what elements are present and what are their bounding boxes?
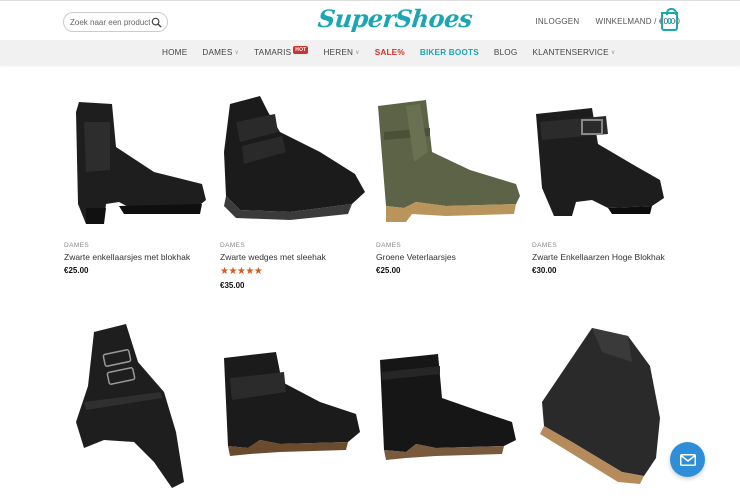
search-input[interactable] bbox=[70, 17, 150, 27]
nav-label: BLOG bbox=[493, 48, 518, 57]
product-image[interactable] bbox=[220, 322, 365, 492]
product-card[interactable]: DAMES Zwarte wedges met sleehak ★★★★★ €3… bbox=[220, 92, 365, 290]
site-header: SuperShoes INLOGGEN WINKELMAND / €0.00 0 bbox=[0, 0, 740, 40]
product-name[interactable]: Zwarte wedges met sleehak bbox=[220, 252, 365, 262]
product-card[interactable] bbox=[220, 322, 365, 492]
product-price: €35.00 bbox=[220, 281, 245, 290]
nav-label: HOME bbox=[162, 48, 188, 57]
chevron-down-icon: ∨ bbox=[610, 50, 616, 56]
product-image[interactable] bbox=[532, 92, 677, 242]
nav-label: DAMES bbox=[202, 48, 233, 57]
nav-label: KLANTENSERVICE bbox=[532, 48, 609, 57]
product-card[interactable]: DAMES Zwarte Enkellaarzen Hoge Blokhak €… bbox=[532, 92, 677, 275]
product-card[interactable] bbox=[376, 322, 521, 492]
rating-stars-icon: ★★★★★ bbox=[220, 266, 263, 277]
nav-label: TAMARIS bbox=[254, 48, 292, 57]
search-icon[interactable] bbox=[151, 17, 162, 28]
nav-item-klantenservice[interactable]: KLANTENSERVICE ∨ bbox=[532, 48, 615, 57]
product-name[interactable]: Zwarte enkellaarsjes met blokhak bbox=[64, 252, 209, 262]
nav-label: HEREN bbox=[323, 48, 354, 57]
chat-button[interactable] bbox=[670, 442, 705, 477]
product-card[interactable]: DAMES Zwarte enkellaarsjes met blokhak €… bbox=[64, 92, 209, 275]
cart-count: 0 bbox=[667, 17, 672, 26]
product-price: €30.00 bbox=[532, 266, 557, 275]
product-category: DAMES bbox=[220, 242, 246, 249]
product-category: DAMES bbox=[376, 242, 402, 249]
product-image[interactable] bbox=[64, 92, 209, 242]
product-price: €25.00 bbox=[64, 266, 89, 275]
nav-item-heren[interactable]: HEREN ∨ bbox=[323, 48, 359, 57]
product-image[interactable] bbox=[64, 322, 209, 492]
product-category: DAMES bbox=[64, 242, 90, 249]
nav-label: SALE% bbox=[374, 48, 405, 57]
envelope-icon bbox=[679, 453, 696, 466]
product-name[interactable]: Zwarte Enkellaarzen Hoge Blokhak bbox=[532, 252, 677, 262]
product-image[interactable] bbox=[376, 92, 521, 242]
product-category: DAMES bbox=[532, 242, 558, 249]
header-account-links: INLOGGEN WINKELMAND / €0.00 bbox=[535, 17, 680, 26]
nav-item-tamaris[interactable]: TAMARIS HOT bbox=[254, 45, 309, 57]
search-box[interactable] bbox=[63, 12, 168, 32]
nav-item-dames[interactable]: DAMES ∨ bbox=[202, 48, 239, 57]
product-image[interactable] bbox=[376, 322, 521, 492]
product-card[interactable] bbox=[532, 322, 677, 492]
login-link[interactable]: INLOGGEN bbox=[535, 17, 579, 26]
nav-item-blog[interactable]: BLOG bbox=[494, 48, 518, 57]
cart-icon[interactable]: 0 bbox=[661, 8, 678, 31]
hot-badge: HOT bbox=[293, 45, 309, 54]
nav-item-home[interactable]: HOME bbox=[162, 48, 187, 57]
nav-item-sale[interactable]: SALE% bbox=[375, 48, 405, 57]
product-price: €25.00 bbox=[376, 266, 401, 275]
product-image[interactable] bbox=[220, 92, 365, 242]
site-logo[interactable]: SuperShoes bbox=[316, 4, 473, 33]
main-nav: HOME DAMES ∨ TAMARIS HOT HEREN ∨ SALE% BIKE… bbox=[0, 40, 740, 65]
product-image[interactable] bbox=[532, 322, 677, 492]
chevron-down-icon: ∨ bbox=[355, 50, 360, 56]
separator bbox=[584, 17, 591, 26]
nav-label: BIKER BOOTS bbox=[419, 48, 479, 57]
chevron-down-icon: ∨ bbox=[234, 50, 240, 56]
product-card[interactable]: DAMES Groene Veterlaarsjes €25.00 bbox=[376, 92, 521, 275]
nav-item-biker-boots[interactable]: BIKER BOOTS bbox=[420, 48, 479, 57]
product-card[interactable] bbox=[64, 322, 209, 492]
product-name[interactable]: Groene Veterlaarsjes bbox=[376, 252, 521, 262]
